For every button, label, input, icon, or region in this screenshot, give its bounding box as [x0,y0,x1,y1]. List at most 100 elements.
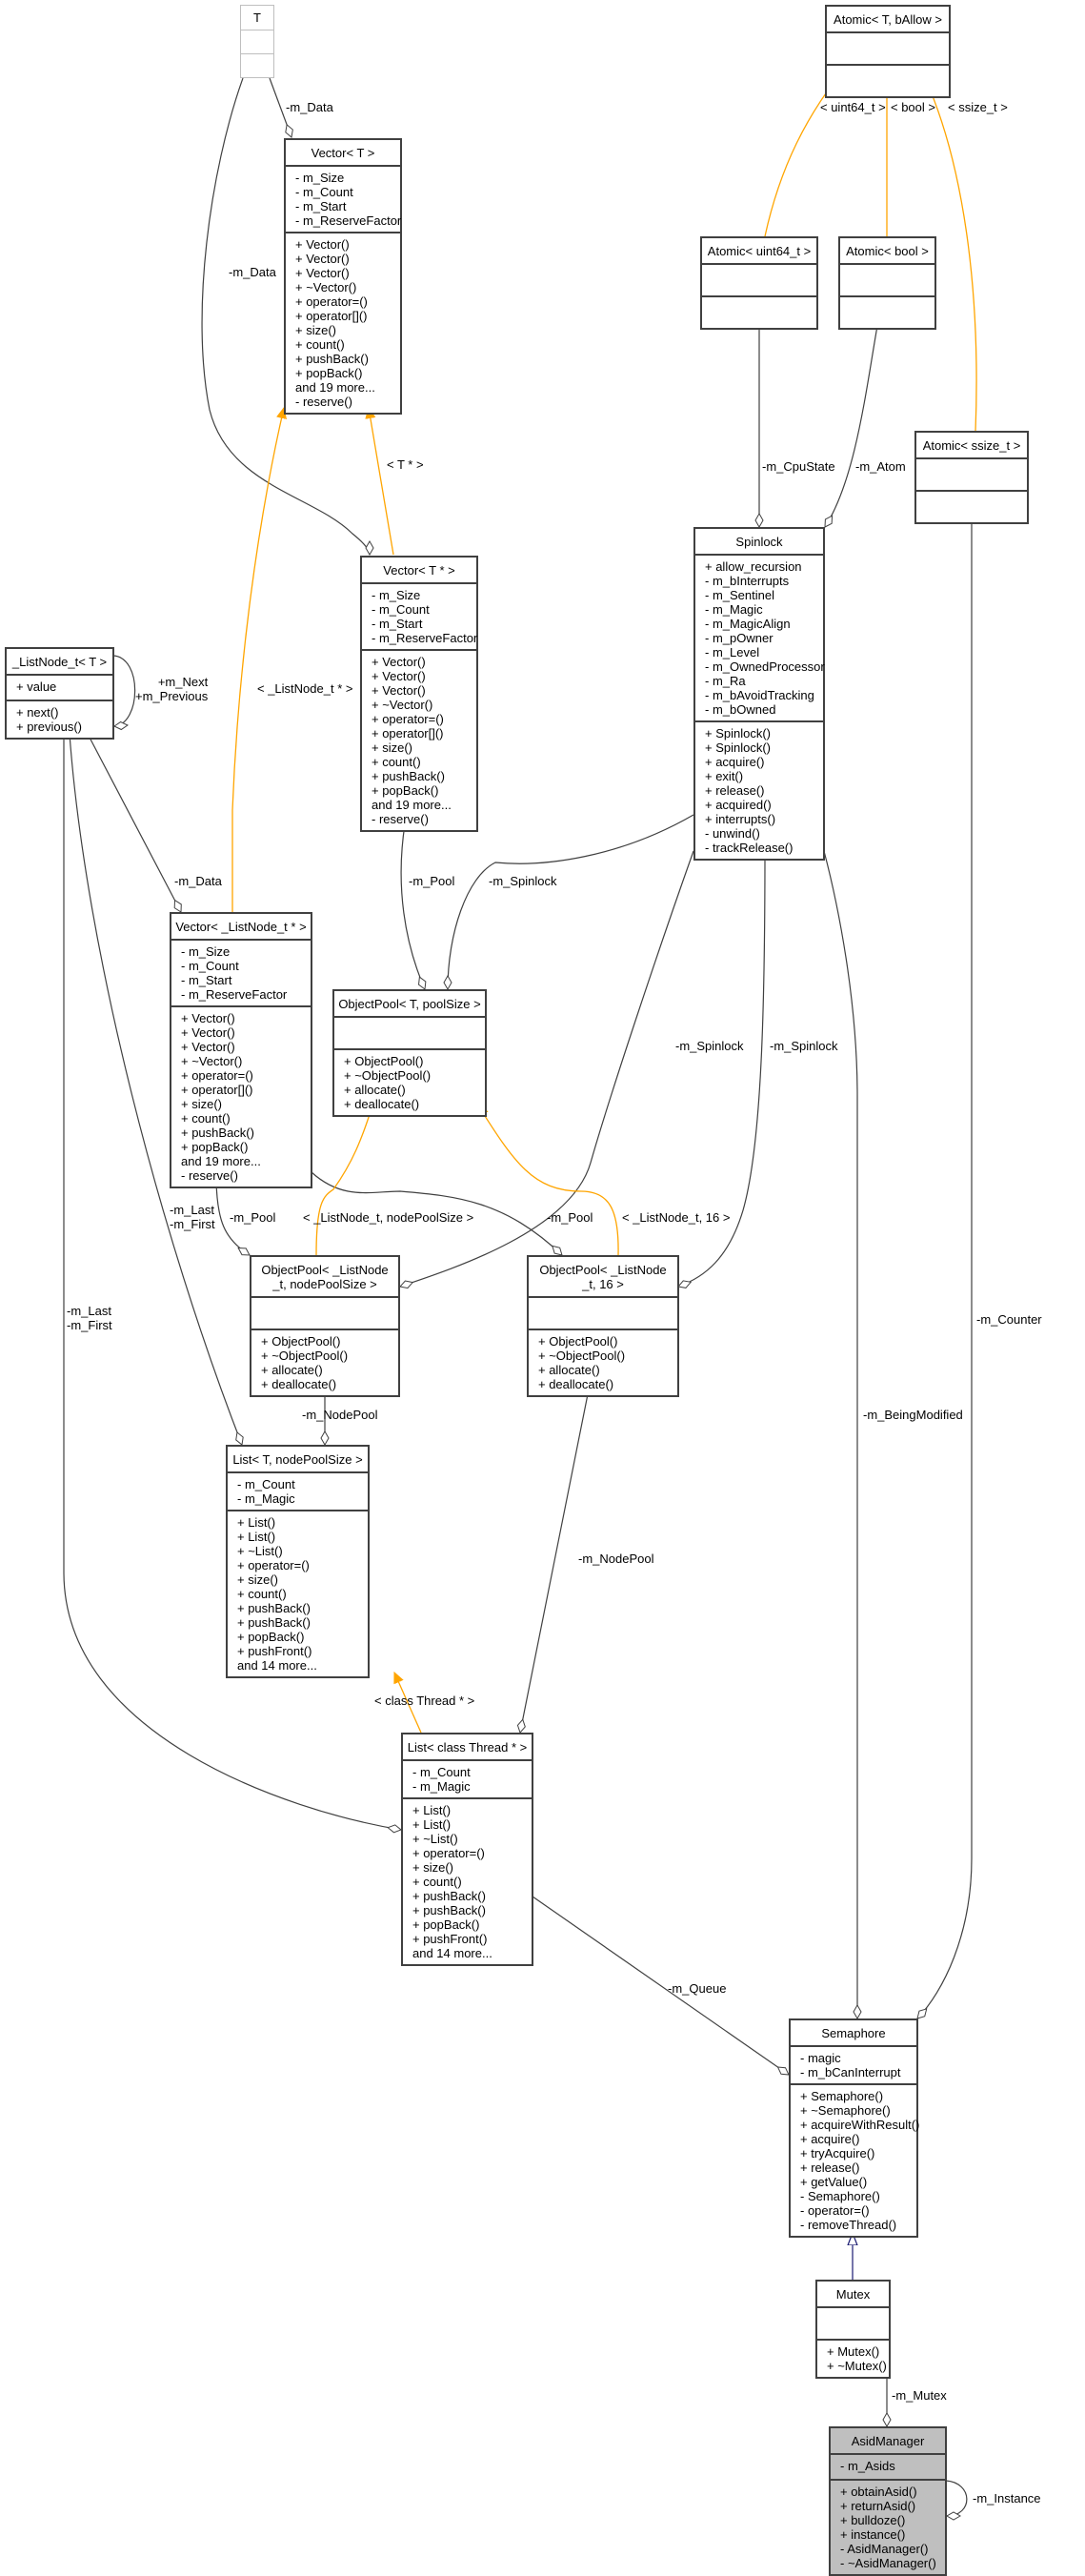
class-method: + List() [412,1817,452,1832]
edge-label-last-first: -m_Last -m_First [170,1203,215,1231]
class-box-vector-tptr[interactable]: Vector< T * > - m_Size - m_Count - m_Start -… [360,556,478,832]
edge-label-template-class-thread: < class Thread * > [374,1694,475,1708]
class-method: + Vector() [295,252,350,266]
class-attributes [251,1298,398,1330]
class-attributes [827,33,949,66]
class-method: + pushFront() [237,1644,312,1658]
class-methods: + ObjectPool() + ~ObjectPool() + allocate(… [334,1050,485,1115]
class-box-objectpool-nodepoolsize[interactable]: ObjectPool< _ListNode _t, nodePoolSize >… [250,1255,400,1397]
class-attribute: - m_Size [295,171,345,185]
class-methods: + obtainAsid() + returnAsid() + bulldoze()… [831,2481,945,2574]
class-method: - reserve() [181,1168,238,1183]
class-box-atomic-uint64[interactable]: Atomic< uint64_t > [700,236,818,330]
class-method: + ~ObjectPool() [538,1349,626,1363]
class-method: + size() [237,1572,278,1587]
edge-atom [824,309,881,528]
class-method: and 19 more... [181,1154,261,1168]
class-box-asidmanager[interactable]: AsidManager - m_Asids + obtainAsid() + retu… [829,2426,947,2576]
class-method: + ~Mutex() [827,2359,887,2373]
class-method: + getValue() [800,2175,868,2189]
edge-label-m-cpustate: -m_CpuState [762,459,835,474]
edge-label-m-nodepool: -m_NodePool [578,1552,654,1566]
class-attributes [916,459,1027,492]
class-title: List< class Thread * > [403,1734,532,1761]
class-attribute: - m_ReserveFactor [372,631,478,645]
edge-being-modified [823,850,862,2020]
class-attribute: - m_bAvoidTracking [705,688,814,702]
class-method: + ObjectPool() [261,1334,341,1349]
class-title: Atomic< uint64_t > [702,238,816,265]
class-attribute: - m_Asids [840,2459,895,2473]
class-methods [241,54,273,77]
class-method: + count() [372,755,421,769]
class-attribute: - m_Ra [705,674,746,688]
edge-label-template-listnode-ptr: < _ListNode_t * > [257,681,353,696]
class-method: + popBack() [372,783,439,798]
class-attribute: - m_Count [237,1477,295,1491]
class-attributes [241,30,273,54]
class-box-semaphore[interactable]: Semaphore - magic - m_bCanInterrupt + Semap… [789,2018,920,2238]
class-method: + allocate() [344,1083,406,1097]
class-box-atomic-t-ballow[interactable]: Atomic< T, bAllow > [825,5,951,98]
class-attributes: - magic - m_bCanInterrupt [791,2047,916,2085]
class-method: + previous() [16,720,82,734]
edge-label-m-beingmodified: -m_BeingModified [863,1408,963,1422]
class-attribute: - m_Count [372,602,430,617]
edge-label-m-pool: -m_Pool [230,1210,276,1225]
class-method: + acquireWithResult() [800,2118,920,2132]
class-method: - reserve() [295,395,352,409]
edge-tpl-vectorlistnode [231,408,284,912]
class-method: + pushBack() [295,352,369,366]
class-method: + ~Vector() [295,280,357,294]
edge-label-m-spinlock: -m_Spinlock [675,1039,744,1053]
class-box-mutex[interactable]: Mutex + Mutex() + ~Mutex() [815,2280,891,2379]
edge-listnode-vector-data [87,733,182,913]
class-box-spinlock[interactable]: Spinlock + allow_recursion - m_bInterrupts… [693,527,825,861]
class-box-objectpool-16[interactable]: ObjectPool< _ListNode _t, 16 > + ObjectPo… [527,1255,679,1397]
class-method: + operator[]() [295,309,368,323]
class-attribute: - m_Size [181,944,231,959]
class-method: + size() [412,1860,453,1875]
class-box-list-t[interactable]: List< T, nodePoolSize > - m_Count - m_Magi… [226,1445,370,1678]
edge-label-template-ssize: < ssize_t > [948,100,1008,114]
class-box-atomic-bool[interactable]: Atomic< bool > [838,236,936,330]
class-method: + operator=() [412,1846,485,1860]
edge-queue [532,1896,790,2076]
class-method: + ~List() [412,1832,458,1846]
class-box-vector-listnode[interactable]: Vector< _ListNode_t * > - m_Size - m_Count… [170,912,312,1188]
class-attribute: - m_Sentinel [705,588,774,602]
class-method: + Vector() [181,1011,235,1025]
class-method: + Vector() [372,669,426,683]
class-box-vector-t[interactable]: Vector< T > - m_Size - m_Count - m_Start - m… [284,138,402,415]
class-method: + exit() [705,769,744,783]
class-attribute: - m_Magic [705,602,763,617]
class-title: T [241,6,273,30]
edge-tpl-vectorptr [369,408,394,556]
edge-tpl-pool16 [478,1105,619,1256]
class-method: and 19 more... [372,798,452,812]
class-box-atomic-ssize[interactable]: Atomic< ssize_t > [914,431,1029,524]
class-method: + popBack() [295,366,363,380]
edge-spin-pool-t [443,814,694,991]
class-box-listnode[interactable]: _ListNode_t< T > + value + next() + previou… [5,647,114,740]
class-title: _ListNode_t< T > [7,649,112,676]
class-attribute: - m_Count [412,1765,471,1779]
class-attribute: - m_Start [295,199,347,213]
class-method: - AsidManager() [840,2542,929,2556]
class-box-objectpool-t[interactable]: ObjectPool< T, poolSize > + ObjectPool() +… [332,989,487,1117]
edge-label-template-bool: < bool > [891,100,935,114]
class-method: + Spinlock() [705,740,771,755]
edge-label-m-mutex: -m_Mutex [892,2388,947,2403]
class-methods: + List() + List() + ~List() + operator=() + … [228,1511,368,1676]
class-title: Atomic< ssize_t > [916,433,1027,459]
class-box-list-thread[interactable]: List< class Thread * > - m_Count - m_Magic… [401,1733,533,1966]
class-title: Mutex [817,2282,889,2308]
class-method: + pushBack() [372,769,445,783]
class-method: + Vector() [372,683,426,698]
class-box-T[interactable]: T [240,5,274,78]
class-method: + instance() [840,2527,906,2542]
class-attribute: - m_ReserveFactor [181,987,288,1002]
class-method: + size() [372,740,412,755]
class-attributes: - m_Size - m_Count - m_Start - m_ReserveFac… [362,584,478,651]
class-methods: + List() + List() + ~List() + operator=() + … [403,1799,532,1964]
